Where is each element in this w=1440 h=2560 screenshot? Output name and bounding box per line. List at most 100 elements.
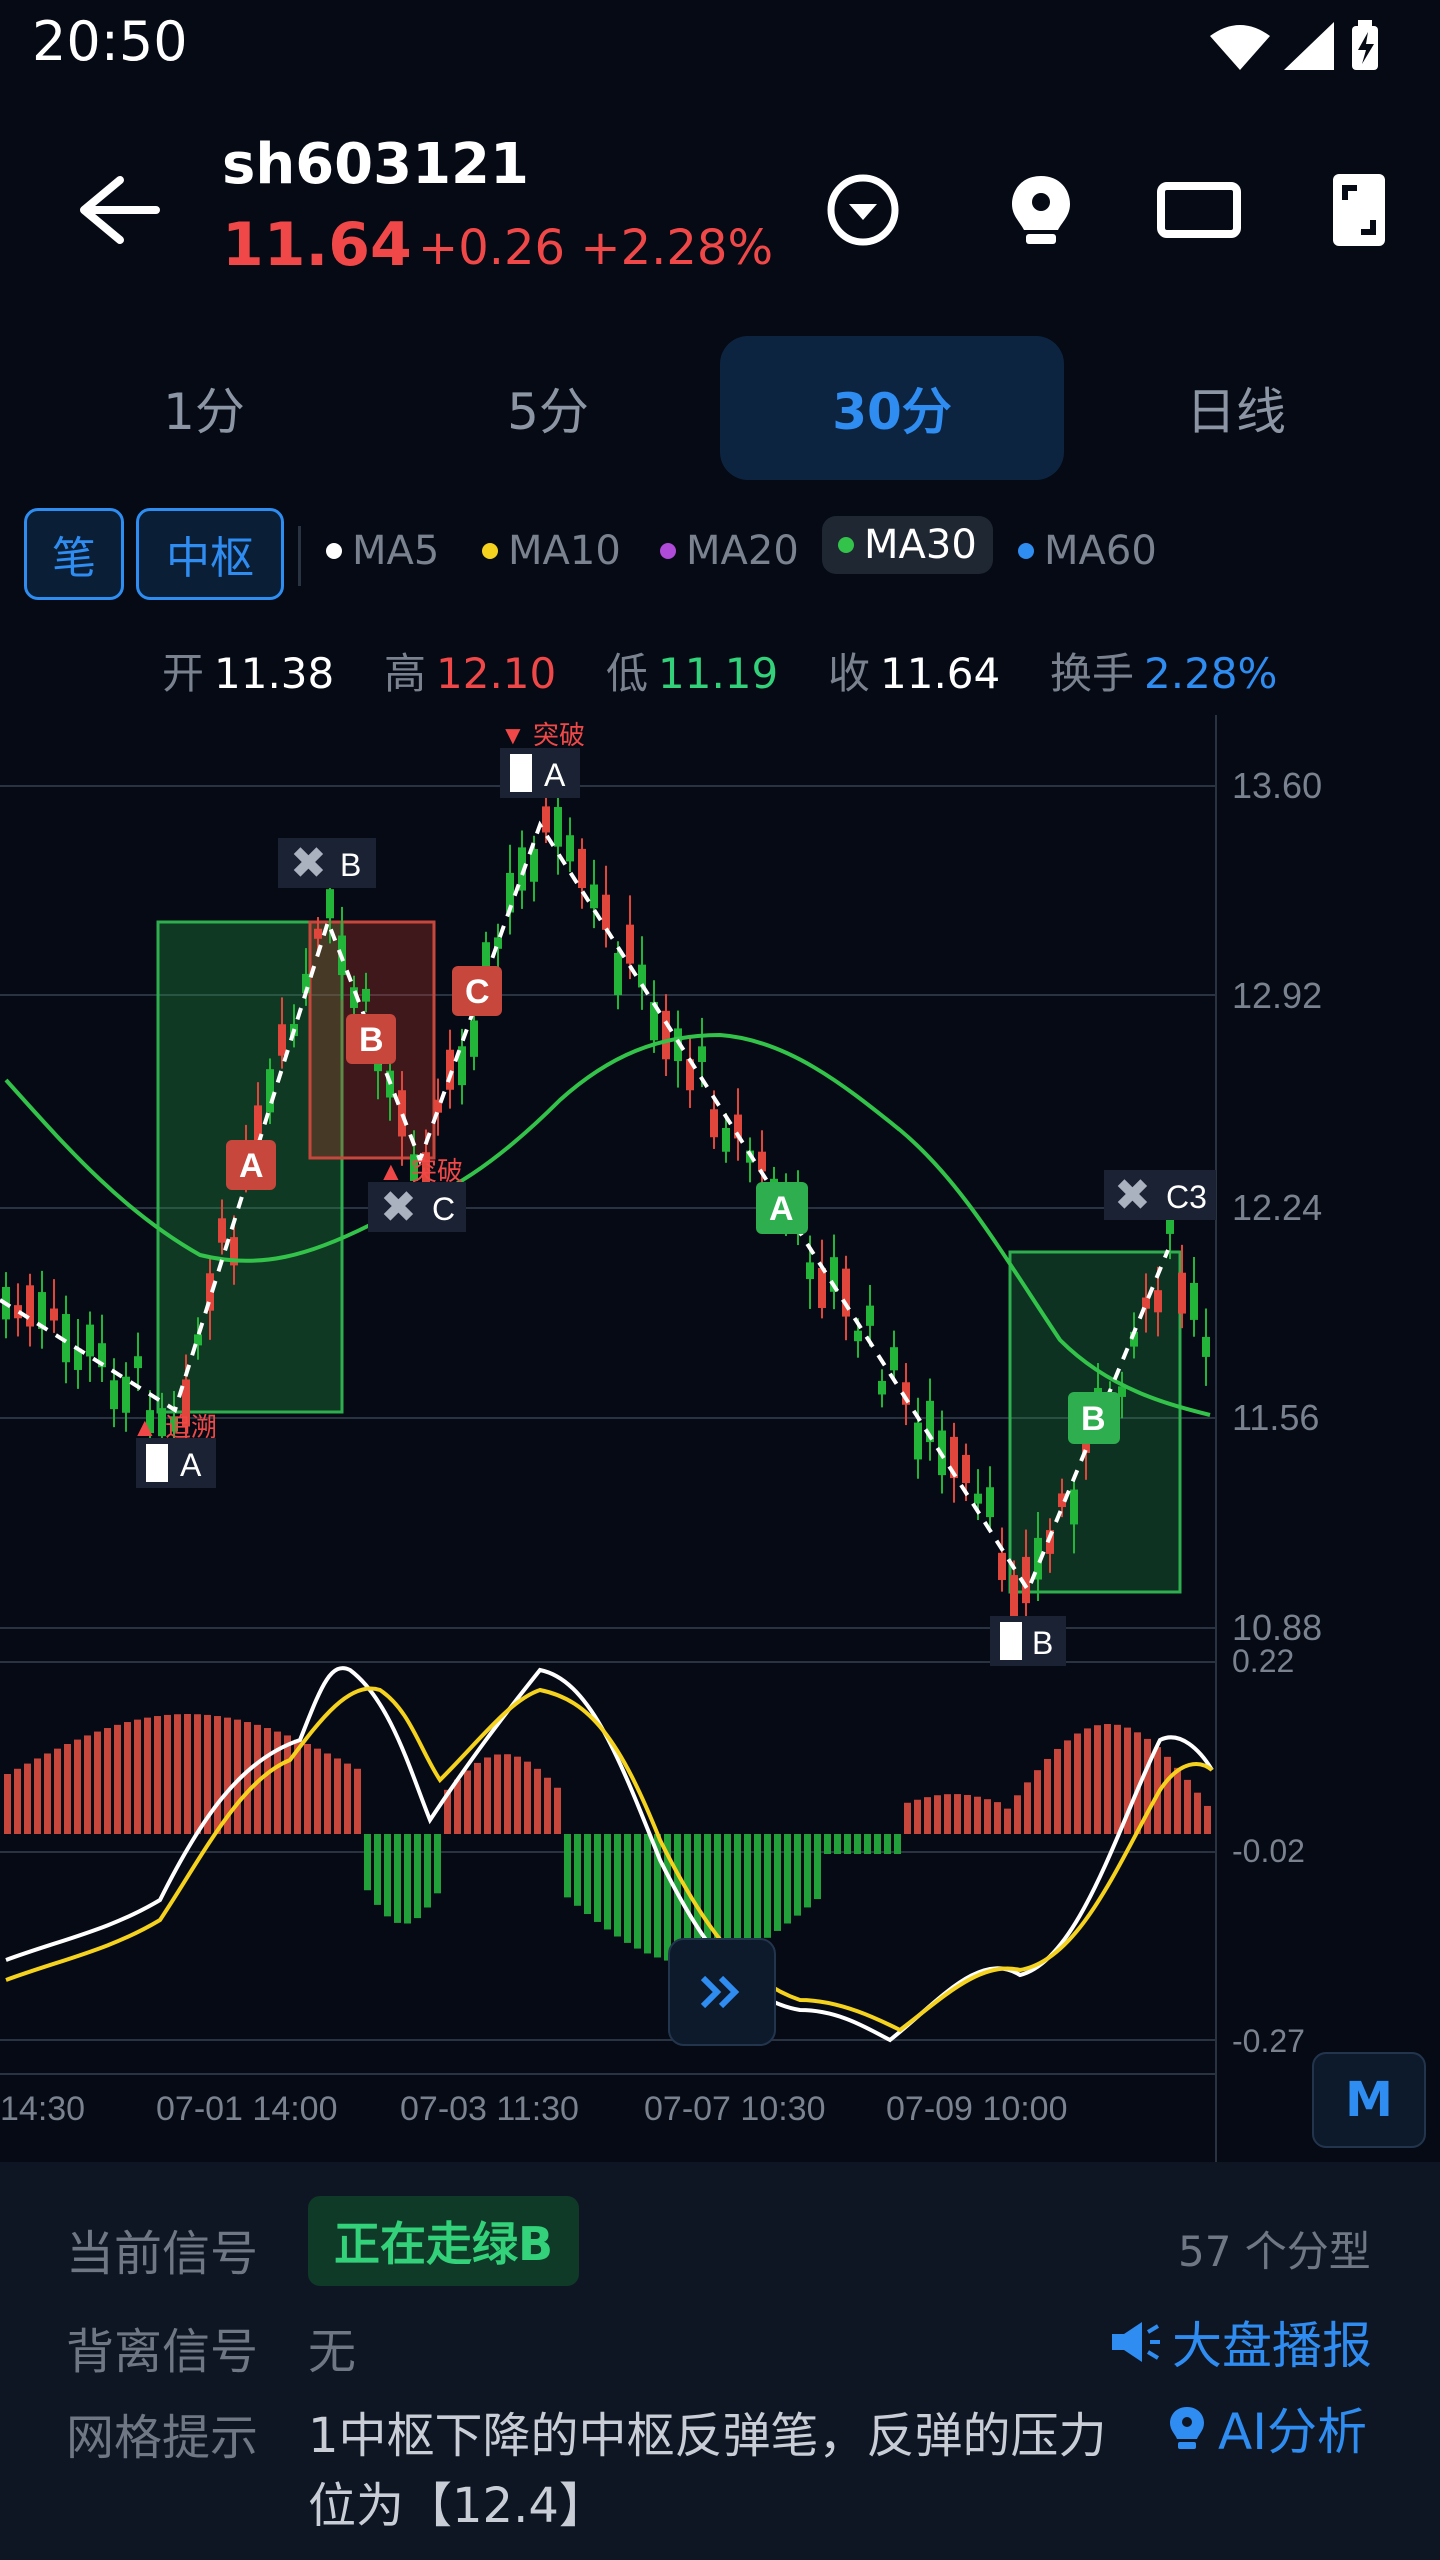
macd-bar bbox=[494, 1754, 501, 1834]
macd-tick: 0.22 bbox=[1232, 1643, 1294, 1679]
ma5-toggle[interactable]: MA5 bbox=[326, 528, 439, 574]
cross-icon: ✖ bbox=[1114, 1171, 1151, 1220]
tab-daily[interactable]: 日线 bbox=[1064, 336, 1408, 480]
macd-bar bbox=[974, 1796, 981, 1834]
ma60-label: MA60 bbox=[1044, 528, 1157, 574]
status-icons bbox=[1200, 14, 1400, 74]
macd-bar bbox=[1044, 1758, 1051, 1834]
macd-bar bbox=[364, 1834, 371, 1891]
marker-flag-icon bbox=[1000, 1622, 1022, 1660]
macd-bar bbox=[344, 1763, 351, 1834]
macd-bar bbox=[114, 1724, 121, 1834]
dropdown-button[interactable] bbox=[818, 165, 908, 255]
low-label: 低 bbox=[606, 649, 649, 698]
stroke-label: A bbox=[769, 1190, 794, 1228]
candle-body bbox=[578, 848, 586, 889]
marker-label: A bbox=[180, 1447, 202, 1483]
candle-body bbox=[326, 889, 334, 919]
candle-body bbox=[122, 1376, 130, 1413]
macd-bar bbox=[954, 1794, 961, 1834]
macd-bar bbox=[994, 1802, 1001, 1834]
expand-button[interactable] bbox=[668, 1938, 776, 2046]
retrace-label: ▲ 追溯 bbox=[132, 1412, 217, 1442]
candle-body bbox=[914, 1422, 922, 1460]
signal-icon bbox=[1284, 22, 1334, 70]
period-tabs: 1分 5分 30分 日线 bbox=[0, 336, 1440, 480]
turnover-value: 2.28% bbox=[1144, 649, 1278, 698]
macd-bar bbox=[1024, 1782, 1031, 1834]
low-value: 11.19 bbox=[658, 649, 779, 698]
candle-body bbox=[1190, 1282, 1198, 1320]
macd-bar bbox=[964, 1794, 971, 1834]
macd-bar bbox=[1074, 1733, 1081, 1834]
tab-1min[interactable]: 1分 bbox=[32, 336, 376, 480]
light-button[interactable] bbox=[996, 165, 1086, 255]
ma10-label: MA10 bbox=[508, 528, 621, 574]
stroke-label: C bbox=[465, 973, 490, 1011]
stock-price: 11.64 bbox=[222, 210, 412, 280]
ai-analysis-link[interactable]: AI分析 bbox=[1166, 2392, 1367, 2464]
back-button[interactable] bbox=[60, 160, 170, 260]
battery-icon bbox=[1352, 20, 1378, 70]
candle-body bbox=[110, 1380, 118, 1410]
divergence-value: 无 bbox=[308, 2324, 357, 2380]
macd-bar bbox=[144, 1717, 151, 1834]
m-button[interactable]: M bbox=[1312, 2052, 1426, 2148]
macd-bar bbox=[874, 1834, 881, 1854]
candle-body bbox=[1202, 1336, 1210, 1357]
macd-bar bbox=[834, 1834, 841, 1854]
macd-bar bbox=[1054, 1748, 1061, 1834]
cross-icon: ✖ bbox=[380, 1183, 417, 1232]
macd-bar bbox=[984, 1799, 991, 1834]
fullscreen-button[interactable] bbox=[1314, 165, 1404, 255]
stock-change: +0.26 +2.28% bbox=[418, 220, 774, 276]
ma20-label: MA20 bbox=[686, 528, 799, 574]
fractal-count: 57 个分型 bbox=[1178, 2227, 1371, 2276]
price-tick: 12.24 bbox=[1232, 1187, 1322, 1228]
tab-5min[interactable]: 5分 bbox=[376, 336, 720, 480]
candle-body bbox=[710, 1109, 718, 1138]
macd-bar bbox=[384, 1834, 391, 1917]
macd-bar bbox=[864, 1834, 871, 1854]
macd-bar bbox=[104, 1728, 111, 1834]
candle-body bbox=[26, 1285, 34, 1327]
ma10-toggle[interactable]: MA10 bbox=[482, 528, 621, 574]
stroke-toggle[interactable]: 笔 bbox=[24, 508, 124, 600]
broadcast-link[interactable]: 大盘播报 bbox=[1108, 2306, 1372, 2378]
macd-bar bbox=[884, 1834, 891, 1854]
candle-body bbox=[1070, 1489, 1078, 1525]
macd-bar bbox=[1184, 1779, 1191, 1834]
candle-body bbox=[1166, 1218, 1174, 1234]
macd-bar bbox=[734, 1834, 741, 1955]
macd-bar bbox=[604, 1834, 611, 1930]
dot-icon bbox=[1018, 543, 1034, 559]
tab-30min[interactable]: 30分 bbox=[720, 336, 1064, 480]
candle-body bbox=[50, 1308, 58, 1321]
close-label: 收 bbox=[828, 649, 871, 698]
candle-body bbox=[314, 928, 322, 939]
macd-bar bbox=[1064, 1740, 1071, 1834]
candle-body bbox=[962, 1454, 970, 1484]
macd-bar bbox=[464, 1770, 471, 1834]
marker-label: A bbox=[544, 757, 566, 793]
marker-label: C3 bbox=[1166, 1179, 1207, 1215]
ma60-toggle[interactable]: MA60 bbox=[1018, 528, 1157, 574]
landscape-button[interactable] bbox=[1154, 165, 1244, 255]
macd-bar bbox=[824, 1834, 831, 1854]
macd-bar bbox=[1084, 1728, 1091, 1834]
macd-bar bbox=[474, 1762, 481, 1834]
macd-bar bbox=[184, 1714, 191, 1834]
candle-body bbox=[698, 1046, 706, 1063]
candle-body bbox=[266, 1069, 274, 1113]
macd-bar bbox=[414, 1834, 421, 1919]
price-tick: 13.60 bbox=[1232, 765, 1322, 806]
macd-bar bbox=[844, 1834, 851, 1854]
candle-body bbox=[362, 988, 370, 1002]
candle-body bbox=[722, 1127, 730, 1152]
ma20-toggle[interactable]: MA20 bbox=[660, 528, 799, 574]
macd-bar bbox=[304, 1744, 311, 1834]
candle-body bbox=[470, 1020, 478, 1057]
pivot-toggle[interactable]: 中枢 bbox=[136, 508, 284, 600]
macd-bar bbox=[154, 1716, 161, 1834]
ma30-toggle[interactable]: MA30 bbox=[822, 516, 993, 574]
